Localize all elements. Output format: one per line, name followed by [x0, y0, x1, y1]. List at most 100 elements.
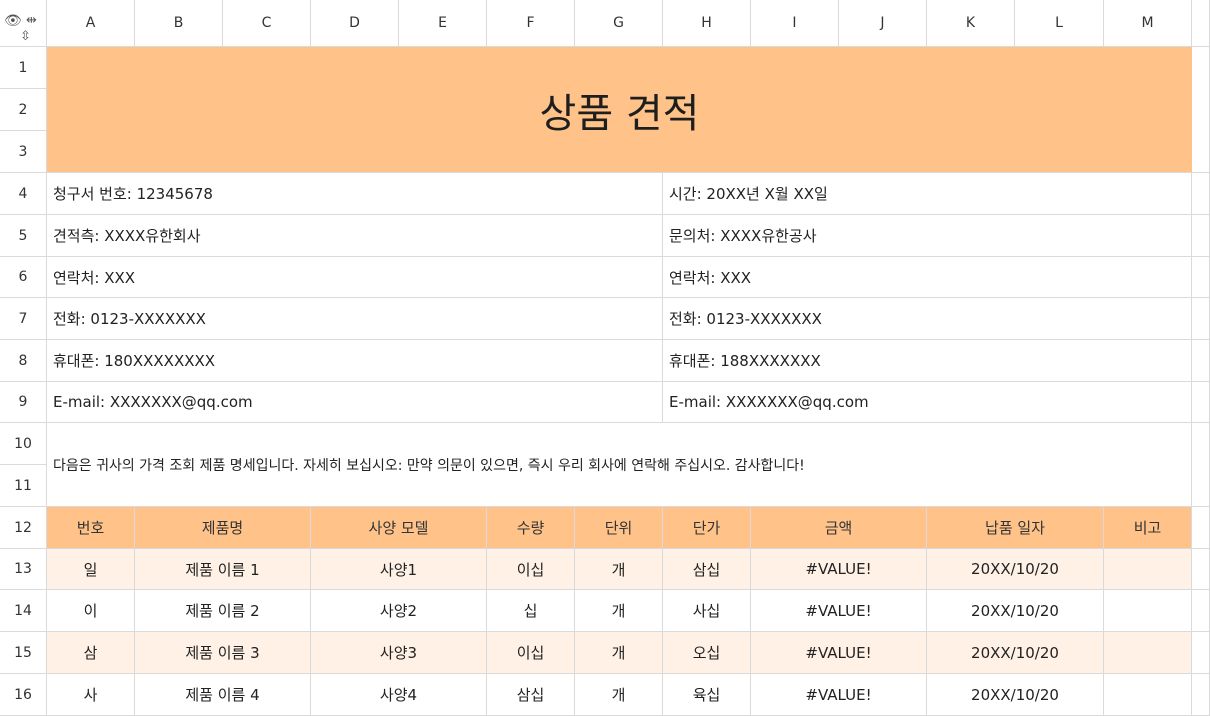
eye-icon[interactable]: 👁 [4, 14, 22, 28]
table-header-cell[interactable]: 제품명 [135, 507, 311, 549]
table-cell[interactable]: 육십 [663, 674, 751, 716]
select-all-corner[interactable]: 👁 ⇹ ⇳ [0, 0, 47, 47]
column-resize-icon[interactable]: ⇹ [26, 14, 37, 27]
table-header-cell[interactable]: 번호 [47, 507, 135, 549]
column-header-m[interactable]: M [1104, 0, 1192, 47]
row-header-9[interactable]: 9 [0, 382, 47, 423]
table-cell[interactable]: 사 [47, 674, 135, 716]
table-cell[interactable]: 개 [575, 590, 663, 632]
row-header-12[interactable]: 12 [0, 507, 47, 549]
table-header-cell[interactable]: 단위 [575, 507, 663, 549]
row-header-4[interactable]: 4 [0, 173, 47, 215]
table-cell[interactable]: 20XX/10/20 [927, 674, 1104, 716]
row-header-16[interactable]: 16 [0, 674, 47, 716]
table-cell[interactable] [1104, 632, 1192, 674]
empty-cell[interactable] [1192, 257, 1210, 298]
right-info-cell[interactable]: 휴대폰: 188XXXXXXX [663, 340, 1192, 382]
column-header-l[interactable]: L [1015, 0, 1104, 47]
row-header-1[interactable]: 1 [0, 47, 47, 89]
column-header-e[interactable]: E [399, 0, 487, 47]
column-header-j[interactable]: J [839, 0, 927, 47]
empty-cell[interactable] [1192, 173, 1210, 215]
table-cell[interactable]: 제품 이름 4 [135, 674, 311, 716]
right-info-cell[interactable]: 문의처: XXXX유한공사 [663, 215, 1192, 257]
column-header-f[interactable]: F [487, 0, 575, 47]
empty-cell[interactable] [1192, 298, 1210, 340]
empty-cell[interactable] [1192, 674, 1210, 716]
table-header-cell[interactable]: 단가 [663, 507, 751, 549]
empty-cell[interactable] [1192, 632, 1210, 674]
table-cell[interactable]: #VALUE! [751, 632, 927, 674]
right-info-cell[interactable]: 전화: 0123-XXXXXXX [663, 298, 1192, 340]
table-cell[interactable]: 사양2 [311, 590, 487, 632]
page-title[interactable]: 상품 견적 [47, 47, 1192, 173]
row-header-8[interactable]: 8 [0, 340, 47, 382]
row-header-15[interactable]: 15 [0, 632, 47, 674]
table-cell[interactable]: 개 [575, 549, 663, 590]
table-cell[interactable]: #VALUE! [751, 549, 927, 590]
left-info-cell[interactable]: E-mail: XXXXXXX@qq.com [47, 382, 663, 423]
table-cell[interactable]: 사양3 [311, 632, 487, 674]
table-cell[interactable]: 20XX/10/20 [927, 632, 1104, 674]
table-cell[interactable]: 개 [575, 674, 663, 716]
left-info-cell[interactable]: 견적측: XXXX유한회사 [47, 215, 663, 257]
empty-cell[interactable] [1192, 382, 1210, 423]
left-info-cell[interactable]: 휴대폰: 180XXXXXXXX [47, 340, 663, 382]
empty-cell[interactable] [1192, 423, 1210, 507]
table-cell[interactable]: 오십 [663, 632, 751, 674]
table-cell[interactable]: 이십 [487, 549, 575, 590]
row-header-3[interactable]: 3 [0, 131, 47, 173]
column-header-c[interactable]: C [223, 0, 311, 47]
table-cell[interactable]: 제품 이름 3 [135, 632, 311, 674]
column-header-i[interactable]: I [751, 0, 839, 47]
left-info-cell[interactable]: 연락처: XXX [47, 257, 663, 298]
table-cell[interactable]: 20XX/10/20 [927, 590, 1104, 632]
table-cell[interactable]: #VALUE! [751, 674, 927, 716]
table-cell[interactable]: 20XX/10/20 [927, 549, 1104, 590]
table-cell[interactable]: 제품 이름 1 [135, 549, 311, 590]
empty-cell[interactable] [1192, 590, 1210, 632]
table-header-cell[interactable]: 납품 일자 [927, 507, 1104, 549]
table-header-cell[interactable]: 비고 [1104, 507, 1192, 549]
table-cell[interactable]: 개 [575, 632, 663, 674]
table-cell[interactable]: 삼십 [487, 674, 575, 716]
table-cell[interactable]: 이십 [487, 632, 575, 674]
row-resize-icon[interactable]: ⇳ [20, 30, 31, 43]
row-header-14[interactable]: 14 [0, 590, 47, 632]
row-header-6[interactable]: 6 [0, 257, 47, 298]
column-header-k[interactable]: K [927, 0, 1015, 47]
note-cell[interactable]: 다음은 귀사의 가격 조회 제품 명세입니다. 자세히 보십시오: 만약 의문이… [47, 423, 1192, 507]
empty-cell[interactable] [1192, 47, 1210, 173]
table-cell[interactable]: 사양4 [311, 674, 487, 716]
row-header-2[interactable]: 2 [0, 89, 47, 131]
right-info-cell[interactable]: 연락처: XXX [663, 257, 1192, 298]
row-header-10[interactable]: 10 [0, 423, 47, 465]
table-header-cell[interactable]: 사양 모델 [311, 507, 487, 549]
table-header-cell[interactable]: 금액 [751, 507, 927, 549]
table-header-cell[interactable]: 수량 [487, 507, 575, 549]
empty-cell[interactable] [1192, 340, 1210, 382]
right-info-cell[interactable]: 시간: 20XX년 X월 XX일 [663, 173, 1192, 215]
row-header-13[interactable]: 13 [0, 549, 47, 590]
empty-cell[interactable] [1192, 549, 1210, 590]
right-info-cell[interactable]: E-mail: XXXXXXX@qq.com [663, 382, 1192, 423]
column-header-a[interactable]: A [47, 0, 135, 47]
table-cell[interactable]: 사십 [663, 590, 751, 632]
table-cell[interactable] [1104, 590, 1192, 632]
column-header-h[interactable]: H [663, 0, 751, 47]
column-header-g[interactable]: G [575, 0, 663, 47]
table-cell[interactable]: #VALUE! [751, 590, 927, 632]
row-header-7[interactable]: 7 [0, 298, 47, 340]
table-cell[interactable] [1104, 674, 1192, 716]
left-info-cell[interactable]: 전화: 0123-XXXXXXX [47, 298, 663, 340]
empty-cell[interactable] [1192, 215, 1210, 257]
table-cell[interactable]: 일 [47, 549, 135, 590]
table-cell[interactable]: 제품 이름 2 [135, 590, 311, 632]
column-header-b[interactable]: B [135, 0, 223, 47]
table-cell[interactable]: 사양1 [311, 549, 487, 590]
table-cell[interactable]: 삼십 [663, 549, 751, 590]
row-header-5[interactable]: 5 [0, 215, 47, 257]
table-cell[interactable] [1104, 549, 1192, 590]
left-info-cell[interactable]: 청구서 번호: 12345678 [47, 173, 663, 215]
column-header-d[interactable]: D [311, 0, 399, 47]
